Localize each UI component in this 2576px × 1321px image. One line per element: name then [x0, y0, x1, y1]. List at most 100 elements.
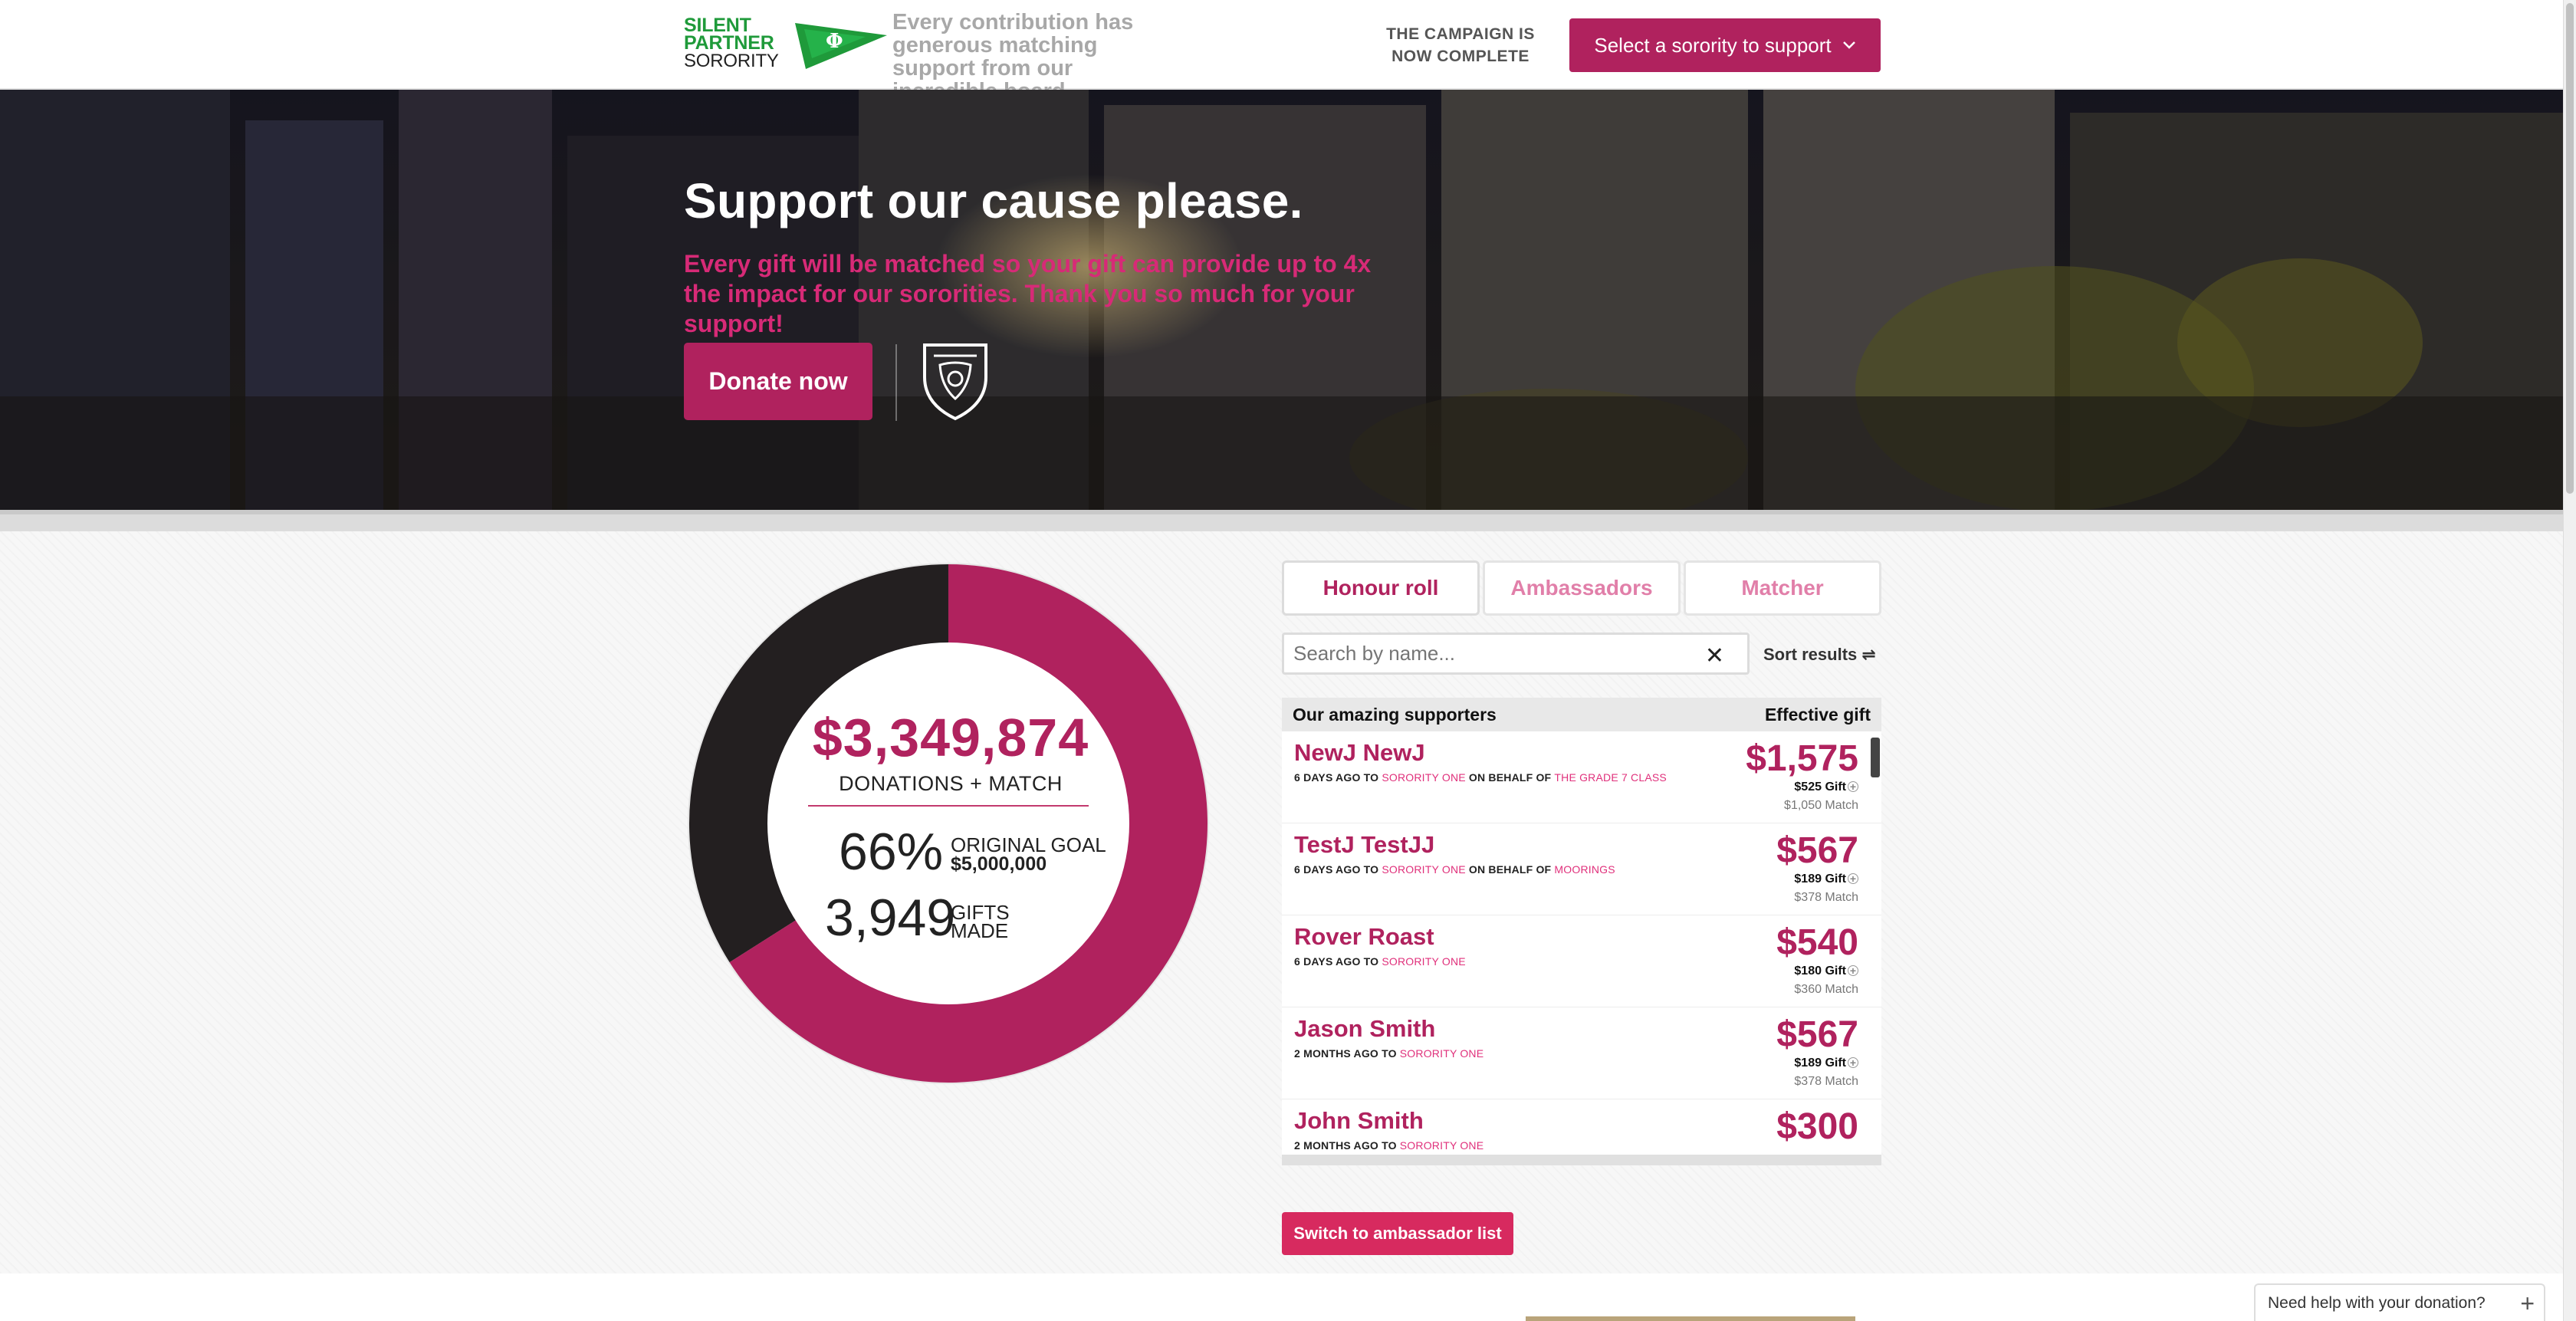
list-item: Rover Roast 6 DAYS AGO TO SORORITY ONE $… [1282, 915, 1881, 1007]
supporter-name: Jason Smith [1294, 1015, 1436, 1042]
chevron-down-icon [1842, 41, 1855, 49]
gift-amount: $525 Gift + [1794, 780, 1858, 794]
list-item: TestJ TestJJ 6 DAYS AGO TO SORORITY ONE … [1282, 823, 1881, 915]
list-horizontal-scrollbar[interactable] [1282, 1155, 1881, 1165]
supporter-name: Rover Roast [1294, 923, 1434, 950]
hero-divider [895, 344, 897, 421]
shield-crest-icon [923, 343, 987, 421]
bottom-area [0, 1273, 2563, 1321]
gifts-count: 3,949 [825, 889, 956, 947]
original-goal-value: $5,000,000 [951, 853, 1047, 875]
tab-honour-roll[interactable]: Honour roll [1282, 560, 1480, 616]
supporter-org[interactable]: SORORITY ONE [1382, 955, 1466, 968]
search-box: ✕ [1282, 633, 1750, 675]
list-header-effective-gift: Effective gift [1764, 704, 1871, 725]
effective-gift: $300 [1776, 1106, 1858, 1147]
gift-amount-text: $180 Gift [1794, 964, 1846, 978]
info-icon[interactable]: + [1848, 965, 1858, 976]
match-amount: $1,050 Match [1784, 799, 1858, 812]
gifts-label-line2: MADE [951, 919, 1009, 942]
help-label: Need help with your donation? [2268, 1293, 2486, 1312]
effective-gift: $1,575 [1746, 738, 1858, 779]
select-sorority-label: Select a sorority to support [1594, 33, 1832, 57]
help-widget[interactable]: Need help with your donation? + [2254, 1283, 2545, 1321]
effective-gift: $567 [1776, 830, 1858, 871]
supporter-when: 2 MONTHS AGO TO [1294, 1047, 1400, 1060]
supporter-when: 2 MONTHS AGO TO [1294, 1139, 1400, 1152]
info-icon[interactable]: + [1848, 781, 1858, 792]
select-sorority-button[interactable]: Select a sorority to support [1569, 18, 1881, 72]
supporter-org[interactable]: SORORITY ONE [1382, 771, 1466, 784]
match-amount: $378 Match [1794, 891, 1858, 904]
supporter-when: 6 DAYS AGO TO [1294, 955, 1382, 968]
main-content: $3,349,874 DONATIONS + MATCH 66% ORIGINA… [0, 531, 2563, 1273]
original-goal-label: ORIGINAL GOAL [951, 833, 1106, 856]
supporter-tabs: Honour roll Ambassadors Matcher [1282, 560, 1881, 616]
supporter-when: 6 DAYS AGO TO [1294, 771, 1382, 784]
supporter-meta: 6 DAYS AGO TO SORORITY ONE [1294, 955, 1466, 968]
progress-donut-chart [688, 563, 1209, 1084]
gift-amount-text: $525 Gift [1794, 780, 1846, 794]
list-item: NewJ NewJ 6 DAYS AGO TO SORORITY ONE ON … [1282, 731, 1881, 823]
goal-label: ORIGINAL GOAL $5,000,000 [951, 833, 1106, 875]
section-divider-strip [0, 510, 2563, 531]
supporters-list[interactable]: NewJ NewJ 6 DAYS AGO TO SORORITY ONE ON … [1282, 731, 1881, 1165]
donut-hole [767, 642, 1129, 1004]
sort-results-button[interactable]: Sort results ⇌ [1763, 645, 1876, 665]
gift-amount-text: $189 Gift [1794, 1056, 1846, 1070]
gift-amount: $180 Gift + [1794, 964, 1858, 978]
supporter-behalf[interactable]: THE GRADE 7 CLASS [1554, 771, 1667, 784]
supporter-org[interactable]: SORORITY ONE [1400, 1047, 1484, 1060]
effective-gift: $567 [1776, 1014, 1858, 1055]
center-divider [808, 805, 1089, 807]
gift-amount: $189 Gift + [1794, 1056, 1858, 1070]
supporter-meta: 2 MONTHS AGO TO SORORITY ONE [1294, 1139, 1484, 1152]
footer-image [1526, 1316, 1855, 1321]
goal-percent: 66% [839, 823, 944, 881]
supporter-meta: 2 MONTHS AGO TO SORORITY ONE [1294, 1047, 1484, 1060]
supporter-org[interactable]: SORORITY ONE [1400, 1139, 1484, 1152]
list-header-supporters: Our amazing supporters [1293, 704, 1497, 725]
list-scrollbar-thumb[interactable] [1871, 738, 1880, 777]
supporter-name: John Smith [1294, 1107, 1424, 1134]
page-scrollbar-thumb[interactable] [2566, 3, 2574, 494]
top-bar: SILENT PARTNER SORORITY Φ Every contribu… [0, 0, 2563, 103]
supporter-when: 6 DAYS AGO TO [1294, 863, 1382, 876]
info-icon[interactable]: + [1848, 873, 1858, 884]
switch-to-ambassador-list-button[interactable]: Switch to ambassador list [1282, 1212, 1513, 1255]
donate-now-button[interactable]: Donate now [684, 343, 872, 420]
supporter-meta: 6 DAYS AGO TO SORORITY ONE ON BEHALF OF … [1294, 771, 1667, 784]
search-input[interactable] [1293, 642, 1677, 665]
campaign-status: THE CAMPAIGN IS NOW COMPLETE [1386, 25, 1535, 65]
supporter-org[interactable]: SORORITY ONE [1382, 863, 1466, 876]
gift-amount-text: $189 Gift [1794, 872, 1846, 886]
hero-subtitle: Every gift will be matched so your gift … [684, 250, 1372, 337]
hero-title: Support our cause please. [684, 173, 1303, 228]
supporters-list-header: Our amazing supporters Effective gift [1282, 698, 1881, 731]
supporter-behalf[interactable]: MOORINGS [1554, 863, 1615, 876]
page-scrollbar[interactable] [2563, 0, 2576, 1321]
logo-text: SILENT PARTNER SORORITY [684, 15, 779, 71]
total-amount: $3,349,874 [812, 708, 1089, 767]
hero-banner: Support our cause please. Every gift wil… [0, 90, 2563, 510]
gifts-label: GIFTS MADE [951, 902, 1010, 942]
logo-flag-icon: Φ [795, 23, 887, 69]
silent-partner-logo[interactable]: SILENT PARTNER SORORITY Φ [684, 15, 887, 72]
supporter-name: TestJ TestJJ [1294, 831, 1435, 858]
behalf-prefix: ON BEHALF OF [1465, 771, 1555, 784]
supporter-name: NewJ NewJ [1294, 739, 1425, 766]
effective-gift: $540 [1776, 922, 1858, 963]
expand-plus-icon[interactable]: + [2520, 1290, 2535, 1318]
tab-matcher[interactable]: Matcher [1684, 560, 1881, 616]
supporter-meta: 6 DAYS AGO TO SORORITY ONE ON BEHALF OF … [1294, 863, 1615, 876]
match-amount: $378 Match [1794, 1075, 1858, 1088]
svg-text:Φ: Φ [826, 30, 843, 53]
header-tagline: Every contribution has generous matching… [892, 10, 1134, 103]
gift-amount: $189 Gift + [1794, 872, 1858, 886]
list-item: Jason Smith 2 MONTHS AGO TO SORORITY ONE… [1282, 1007, 1881, 1099]
behalf-prefix: ON BEHALF OF [1465, 863, 1555, 876]
match-amount: $360 Match [1794, 983, 1858, 996]
info-icon[interactable]: + [1848, 1057, 1858, 1068]
tab-ambassadors[interactable]: Ambassadors [1483, 560, 1681, 616]
clear-search-icon[interactable]: ✕ [1705, 642, 1724, 669]
